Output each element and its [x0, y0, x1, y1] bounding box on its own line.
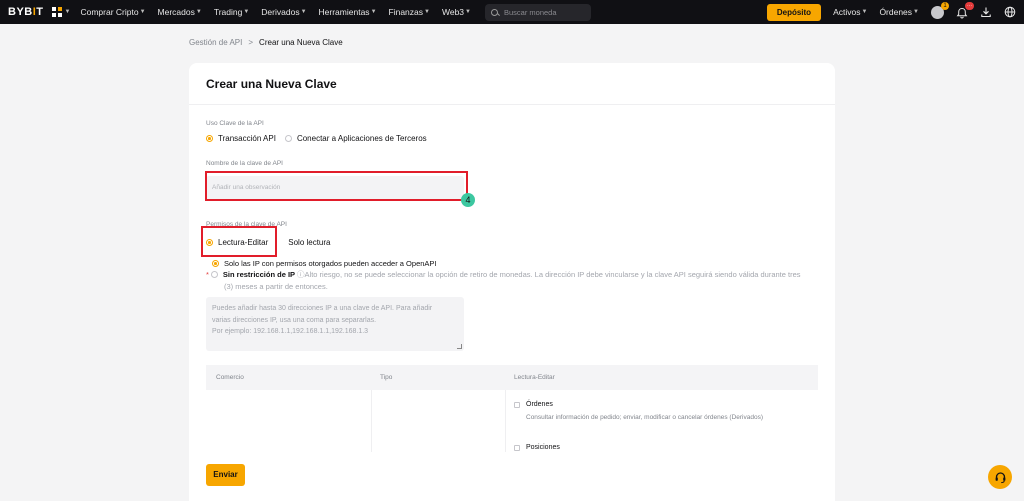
chevron-down-icon: ▼	[64, 9, 71, 15]
col-header-lectura-editar: Lectura-Editar	[514, 374, 555, 381]
chevron-down-icon: ▼	[370, 9, 377, 15]
nav-derivados[interactable]: Derivados ▼	[261, 7, 306, 17]
required-asterisk: *	[206, 270, 209, 279]
breadcrumb: Gestión de API > Crear una Nueva Clave	[189, 38, 343, 47]
page-title: Crear una Nueva Clave	[206, 77, 337, 91]
chevron-down-icon: ▼	[913, 9, 919, 15]
radio-transaccion-api[interactable]	[206, 135, 213, 142]
ip-option-unrestricted-label[interactable]: Sin restricción de IP	[223, 269, 295, 281]
ip-option-unrestricted: * Sin restricción de IP ⓘAlto riesgo, no…	[206, 269, 818, 281]
avatar[interactable]: 1	[931, 1, 949, 19]
ip-textarea-line: Por ejemplo: 192.168.1.1,192.168.1.1,192…	[212, 328, 369, 335]
resize-handle[interactable]	[457, 344, 462, 349]
permission-highlight-box	[201, 226, 277, 257]
nav-mercados[interactable]: Mercados ▼	[158, 7, 202, 17]
chevron-down-icon: ▼	[861, 9, 868, 15]
breadcrumb-parent-link[interactable]: Gestión de API	[189, 38, 242, 47]
radio-label-terceros[interactable]: Conectar a Aplicaciones de Terceros	[297, 134, 427, 143]
download-icon[interactable]	[980, 6, 992, 18]
orders-menu[interactable]: Órdenes ▼	[879, 7, 919, 17]
nav-finanzas[interactable]: Finanzas ▼	[389, 7, 430, 17]
breadcrumb-separator: >	[248, 38, 254, 47]
perm-label-ordenes[interactable]: Órdenes	[526, 401, 553, 408]
chevron-down-icon: ▼	[139, 9, 146, 15]
notification-badge: ···	[965, 2, 974, 10]
perm-desc-ordenes: Consultar información de pedido; enviar,…	[526, 414, 764, 421]
nav-herramientas[interactable]: Herramientas ▼	[319, 7, 377, 17]
top-navigation-bar: BYBIT ▼ Comprar Cripto ▼ Mercados ▼ Tradin…	[0, 0, 1024, 24]
checkbox-posiciones[interactable]	[514, 444, 520, 451]
chevron-down-icon: ▼	[465, 9, 471, 15]
support-chat-button[interactable]	[988, 465, 1012, 489]
ip-option-unrestricted-note-cont: (3) meses a partir de entonces.	[224, 282, 328, 291]
globe-icon[interactable]	[1004, 6, 1016, 18]
card-divider	[189, 104, 835, 105]
perm-item-ordenes: Órdenes	[514, 401, 553, 408]
ip-textarea-line: Puedes añadir hasta 30 direcciones IP a …	[212, 305, 433, 312]
radio-terceros[interactable]	[284, 135, 292, 142]
search-icon	[490, 8, 498, 16]
chevron-down-icon: ▼	[300, 9, 307, 15]
ip-address-textarea[interactable]: Puedes añadir hasta 30 direcciones IP a …	[206, 297, 464, 351]
breadcrumb-current: Crear una Nueva Clave	[259, 38, 343, 47]
chevron-down-icon: ▼	[424, 9, 430, 15]
nav-web3[interactable]: Web3 ▼	[442, 7, 471, 17]
perm-label-posiciones[interactable]: Posiciones	[526, 444, 560, 451]
radio-ip-restricted[interactable]	[212, 260, 219, 267]
col-header-tipo: Tipo	[380, 374, 393, 381]
name-input-highlight-box	[205, 171, 468, 201]
nav-comprar-cripto[interactable]: Comprar Cripto ▼	[80, 7, 145, 17]
column-divider	[505, 390, 506, 452]
nav-trading[interactable]: Trading ▼	[214, 7, 249, 17]
ip-option-unrestricted-note: ⓘAlto riesgo, no se puede seleccionar la…	[297, 270, 801, 279]
col-header-comercio: Comercio	[216, 374, 244, 381]
bybit-logo[interactable]: BYBIT	[8, 6, 44, 18]
column-divider	[371, 390, 372, 452]
permissions-table-header: Comercio Tipo Lectura-Editar	[206, 365, 818, 390]
chevron-down-icon: ▼	[195, 9, 202, 15]
right-nav: Depósito Activos ▼ Órdenes ▼ 1 ···	[766, 0, 1016, 24]
main-nav: Comprar Cripto ▼ Mercados ▼ Trading ▼ Deriv…	[80, 3, 591, 21]
assets-menu[interactable]: Activos ▼	[833, 7, 867, 17]
api-key-name-label: Nombre de la clave de API	[206, 160, 283, 167]
step-badge: 4	[461, 193, 475, 207]
perm-item-posiciones: Posiciones	[514, 444, 560, 451]
headset-icon	[995, 471, 1005, 483]
search-input[interactable]: Buscar moneda	[484, 3, 591, 21]
permissions-table-body: Órdenes Consultar información de pedido;…	[206, 390, 818, 452]
ip-option-unrestricted-note-cont-row: (3) meses a partir de entonces.	[224, 281, 328, 293]
radio-label-transaccion-api[interactable]: Transacción API	[218, 134, 276, 143]
radio-ip-unrestricted[interactable]	[210, 271, 218, 278]
deposit-button[interactable]: Depósito	[766, 3, 822, 21]
bell-icon[interactable]: ···	[956, 2, 974, 19]
avatar-badge: 1	[941, 1, 949, 10]
ip-textarea-line: varias direcciones IP, usa una coma para…	[212, 316, 377, 324]
radio-label-solo-lectura[interactable]: Solo lectura	[288, 238, 330, 247]
search-placeholder: Buscar moneda	[503, 7, 557, 17]
checkbox-ordenes[interactable]	[514, 401, 520, 408]
submit-button[interactable]: Enviar	[206, 464, 245, 486]
usage-radio-group: Transacción API Conectar a Aplicaciones …	[206, 134, 427, 143]
chevron-down-icon: ▼	[243, 9, 250, 15]
create-api-key-card: Crear una Nueva Clave Uso Clave de la AP…	[189, 63, 835, 501]
usage-label: Uso Clave de la API	[206, 120, 264, 127]
apps-grid-icon[interactable]	[51, 7, 62, 17]
